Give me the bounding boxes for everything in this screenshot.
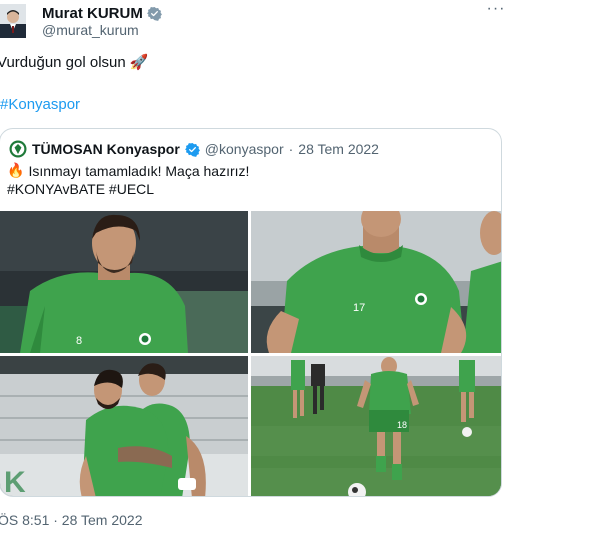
- jersey-number: 17: [353, 302, 365, 314]
- photo-two-players[interactable]: K: [0, 356, 248, 497]
- quoted-display-name[interactable]: TÜMOSAN Konyaspor: [32, 141, 180, 157]
- media-grid: 8 17 K 18: [0, 211, 501, 497]
- jersey-number: 8: [76, 335, 82, 347]
- svg-text:K: K: [4, 466, 26, 497]
- author-handle[interactable]: @murat_kurum: [42, 22, 139, 38]
- fire-emoji-icon: 🔥: [7, 162, 25, 178]
- photo-field[interactable]: 18: [251, 356, 501, 496]
- club-logo-icon: [9, 140, 27, 158]
- hashtag-link[interactable]: #Konyaspor: [0, 96, 80, 113]
- quoted-text-line1: 🔥 Isınmayı tamamladık! Maça hazırız!: [7, 162, 249, 179]
- author-avatar[interactable]: [0, 4, 26, 38]
- author-name-row: Murat KURUM: [42, 3, 162, 23]
- quoted-hashtags[interactable]: #KONYAvBATE #UECL: [7, 181, 154, 197]
- separator-dot: ·: [288, 141, 294, 157]
- photo-player-17[interactable]: 17: [251, 211, 501, 353]
- quoted-header: TÜMOSAN Konyaspor @konyaspor · 28 Tem 20…: [9, 139, 379, 159]
- tweet-text: Vurduğun gol olsun 🚀: [0, 54, 149, 71]
- quoted-handle[interactable]: @konyaspor: [205, 141, 284, 157]
- verified-badge-icon: [146, 6, 162, 21]
- tweet-timestamp[interactable]: ÖS 8:51 · 28 Tem 2022: [0, 512, 143, 528]
- more-options-icon[interactable]: ···: [486, 1, 506, 20]
- jersey-number: 18: [397, 420, 407, 430]
- author-display-name[interactable]: Murat KURUM: [42, 5, 143, 22]
- photo-player-8[interactable]: 8: [0, 211, 248, 353]
- quoted-date[interactable]: 28 Tem 2022: [298, 141, 379, 157]
- quoted-tweet[interactable]: TÜMOSAN Konyaspor @konyaspor · 28 Tem 20…: [0, 128, 502, 497]
- verified-badge-icon: [184, 142, 200, 157]
- quoted-text: Isınmayı tamamladık! Maça hazırız!: [28, 162, 250, 179]
